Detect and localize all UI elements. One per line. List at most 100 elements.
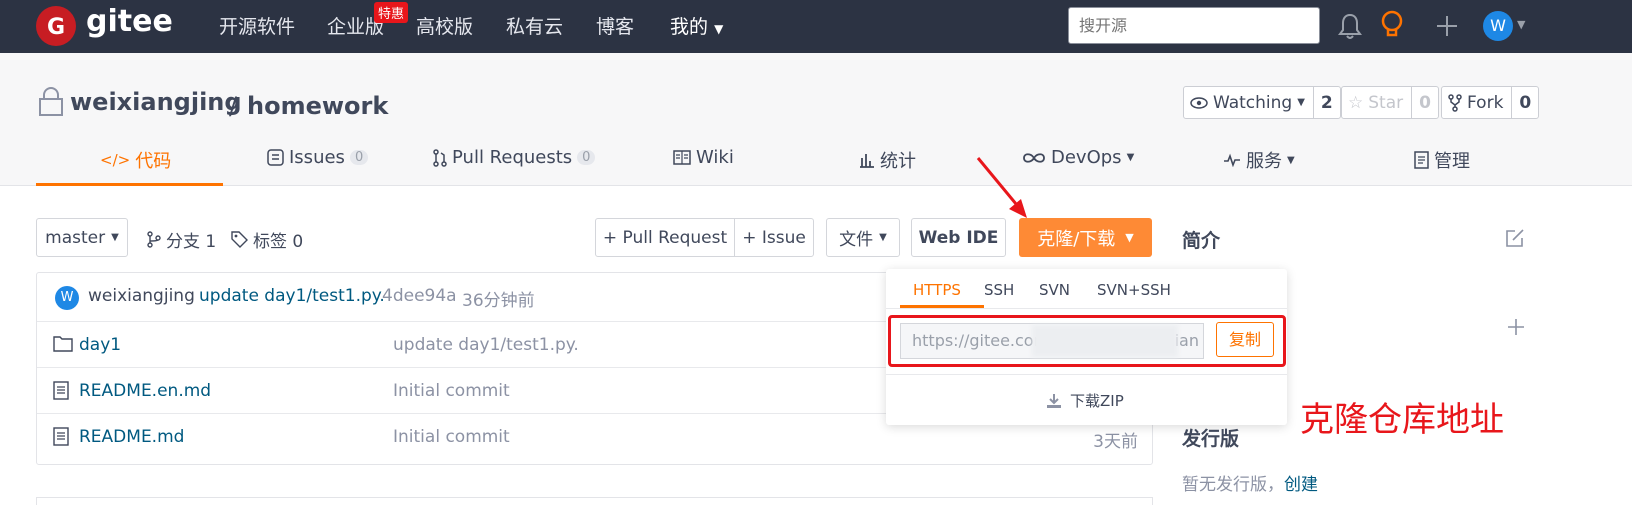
- bar-chart-icon: [860, 154, 874, 168]
- add-icon[interactable]: [1507, 318, 1525, 336]
- files-label: 文件: [839, 230, 874, 250]
- readme-panel: [36, 497, 1153, 505]
- fork-count[interactable]: 0: [1512, 93, 1538, 113]
- divider: [886, 374, 1287, 375]
- caret-down-icon[interactable]: ▼: [1517, 18, 1525, 31]
- tab-pull-requests-label: Pull Requests: [452, 147, 573, 168]
- tab-issues-label: Issues: [289, 147, 345, 168]
- nav-open-source[interactable]: 开源软件: [219, 12, 295, 39]
- caret-down-icon: ▼: [879, 232, 887, 243]
- eye-icon: [1190, 96, 1208, 109]
- new-pull-request-button[interactable]: + Pull Request: [595, 218, 735, 257]
- user-avatar[interactable]: W: [1483, 11, 1513, 41]
- file-commit-message[interactable]: update day1/test1.py.: [393, 335, 579, 355]
- star-button[interactable]: ☆ Star 0: [1341, 86, 1439, 119]
- gitee-logo-icon[interactable]: G: [36, 6, 76, 46]
- caret-down-icon: ▼: [111, 232, 119, 243]
- pull-requests-count-badge: 0: [577, 150, 596, 165]
- svg-text:G: G: [47, 15, 65, 40]
- repo-header: [0, 53, 1632, 186]
- tab-code-label: 代码: [135, 151, 172, 172]
- watch-button[interactable]: Watching ▼ 2: [1183, 86, 1341, 119]
- watch-label-group: Watching ▼: [1184, 87, 1314, 118]
- active-tab-underline: [36, 183, 223, 186]
- watch-label: Watching: [1213, 92, 1293, 113]
- branches-link[interactable]: 分支 1: [147, 227, 216, 252]
- tab-stats-label: 统计: [880, 151, 916, 172]
- tab-pull-requests[interactable]: Pull Requests 0: [433, 147, 596, 168]
- commit-hash[interactable]: 4dee94a: [382, 286, 457, 306]
- repo-path-separator: /: [229, 92, 238, 120]
- book-icon: [673, 150, 691, 165]
- commit-message[interactable]: update day1/test1.py.: [199, 286, 385, 306]
- clone-download-button[interactable]: 克隆/下载 ▼: [1019, 218, 1152, 257]
- commit-author-avatar[interactable]: W: [55, 286, 79, 310]
- file-icon: [53, 381, 69, 400]
- no-release-label: 暂无发行版，: [1182, 475, 1284, 495]
- file-name[interactable]: README.md: [79, 427, 184, 447]
- download-zip-link[interactable]: 下载ZIP: [1046, 390, 1124, 411]
- commit-author[interactable]: weixiangjing: [88, 286, 195, 306]
- branches-label: 分支 1: [166, 232, 217, 252]
- nav-mine[interactable]: 我的 ▼: [670, 12, 723, 39]
- intro-title: 简介: [1182, 230, 1221, 252]
- file-name[interactable]: README.en.md: [79, 381, 211, 401]
- star-icon: ☆: [1348, 92, 1364, 113]
- highlight-box: [888, 315, 1286, 367]
- tab-wiki[interactable]: Wiki: [673, 147, 734, 168]
- top-navbar: G gitee 开源软件 企业版 特惠 高校版 私有云 博客 我的 ▼ W ▼: [0, 0, 1632, 53]
- caret-down-icon: ▼: [1297, 97, 1305, 108]
- create-release-link[interactable]: 创建: [1284, 475, 1318, 495]
- nav-private-cloud[interactable]: 私有云: [506, 12, 563, 39]
- file-name[interactable]: day1: [79, 335, 121, 355]
- caret-down-icon: ▼: [1287, 154, 1295, 166]
- search-input[interactable]: [1068, 7, 1320, 44]
- tab-wiki-label: Wiki: [696, 147, 734, 168]
- fork-button[interactable]: Fork 0: [1441, 86, 1540, 119]
- nav-blog[interactable]: 博客: [596, 12, 634, 39]
- repo-owner-link[interactable]: weixiangjing: [70, 88, 242, 116]
- tab-https[interactable]: HTTPS: [913, 281, 961, 299]
- clone-dropdown: HTTPS SSH SVN SVN+SSH https://gitee.com …: [886, 269, 1287, 425]
- tags-label: 标签 0: [253, 232, 304, 252]
- tab-services-label: 服务: [1246, 151, 1282, 172]
- branch-icon: [147, 231, 161, 248]
- branch-select[interactable]: master ▼: [36, 218, 128, 257]
- caret-down-icon: ▼: [1125, 231, 1134, 244]
- new-issue-button[interactable]: + Issue: [734, 218, 814, 257]
- plus-icon[interactable]: [1435, 14, 1459, 38]
- bell-icon[interactable]: [1338, 12, 1362, 40]
- clone-download-label: 克隆/下载: [1037, 228, 1116, 250]
- star-count[interactable]: 0: [1412, 93, 1438, 113]
- file-icon: [53, 427, 69, 446]
- download-icon: [1047, 393, 1061, 408]
- tab-svn[interactable]: SVN: [1039, 281, 1070, 299]
- nav-university[interactable]: 高校版: [416, 12, 473, 39]
- tab-ssh[interactable]: SSH: [984, 281, 1014, 299]
- file-commit-message[interactable]: Initial commit: [393, 427, 510, 447]
- pull-request-icon: [433, 148, 447, 167]
- tab-devops-label: DevOps: [1051, 147, 1122, 168]
- fork-label: Fork: [1467, 92, 1504, 113]
- tab-services[interactable]: 服务 ▼: [1223, 147, 1295, 173]
- logo-text[interactable]: gitee: [86, 4, 173, 39]
- tab-manage-label: 管理: [1434, 151, 1470, 172]
- watch-count[interactable]: 2: [1314, 93, 1340, 113]
- tab-manage[interactable]: 管理: [1414, 147, 1470, 173]
- tab-issues[interactable]: Issues 0: [267, 147, 369, 168]
- files-dropdown[interactable]: 文件 ▼: [826, 218, 900, 257]
- tab-devops[interactable]: DevOps ▼: [1022, 147, 1134, 168]
- commit-time: 36分钟前: [462, 291, 535, 311]
- fork-label-group: Fork: [1442, 87, 1513, 118]
- file-commit-message[interactable]: Initial commit: [393, 381, 510, 401]
- web-ide-button[interactable]: Web IDE: [911, 218, 1006, 257]
- tab-stats[interactable]: 统计: [859, 147, 916, 173]
- branch-name: master: [45, 227, 106, 248]
- caret-down-icon: ▼: [1126, 152, 1135, 163]
- repo-name-link[interactable]: homework: [247, 92, 388, 120]
- edit-icon[interactable]: [1505, 228, 1525, 248]
- tab-code[interactable]: </> 代码: [100, 147, 171, 173]
- lightbulb-icon[interactable]: [1380, 10, 1404, 40]
- tab-svn-ssh[interactable]: SVN+SSH: [1097, 281, 1171, 299]
- tags-link[interactable]: 标签 0: [231, 227, 303, 252]
